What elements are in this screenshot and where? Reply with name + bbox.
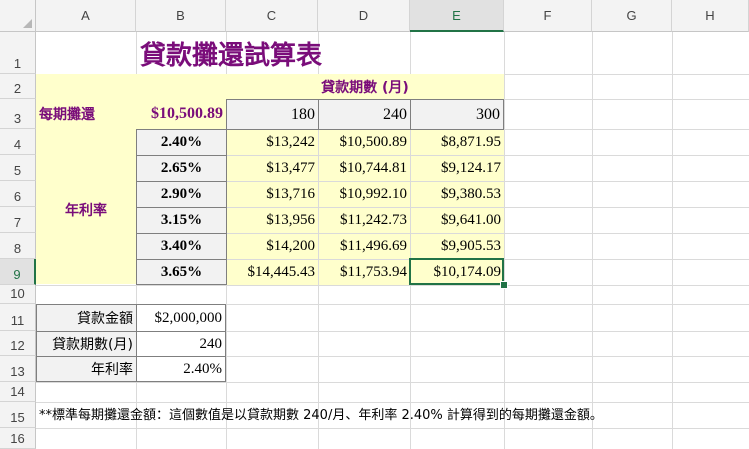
- row-header-14[interactable]: 14: [0, 382, 36, 402]
- select-all-corner[interactable]: [0, 0, 36, 32]
- gridline: [592, 32, 593, 449]
- input-value-amount[interactable]: $2,000,000: [136, 304, 226, 332]
- row-header-2[interactable]: 2: [0, 74, 36, 99]
- input-label-amount[interactable]: 貸款金額: [36, 304, 137, 332]
- table-cell[interactable]: $13,716: [227, 182, 318, 207]
- row-header-7[interactable]: 7: [0, 207, 36, 233]
- input-label-periods[interactable]: 貸款期數(月): [36, 331, 137, 357]
- row-header-1[interactable]: 1: [0, 32, 36, 74]
- table-cell[interactable]: $9,124.17: [411, 156, 504, 181]
- column-header-b[interactable]: B: [136, 0, 226, 32]
- table-cell[interactable]: $11,242.73: [319, 208, 410, 233]
- period-300[interactable]: 300: [410, 99, 504, 130]
- footnote[interactable]: **標準每期攤還金額：這個數值是以貸款期數 240/月、年利率 2.40% 計算…: [36, 400, 603, 426]
- input-value-periods[interactable]: 240: [136, 331, 226, 357]
- table-cell[interactable]: $8,871.95: [411, 130, 504, 155]
- row-header-10[interactable]: 10: [0, 285, 36, 304]
- table-cell[interactable]: $10,992.10: [319, 182, 410, 207]
- rate-cell[interactable]: 2.65%: [136, 155, 227, 182]
- active-cell-selection: [409, 258, 504, 285]
- row-header-16[interactable]: 16: [0, 428, 36, 449]
- input-label-rate[interactable]: 年利率: [36, 356, 137, 382]
- gridline: [36, 382, 749, 383]
- input-value-rate[interactable]: 2.40%: [136, 356, 226, 382]
- row-header-12[interactable]: 12: [0, 331, 36, 356]
- gridline: [504, 32, 505, 449]
- gridline: [672, 32, 673, 449]
- table-cell[interactable]: $13,242: [227, 130, 318, 155]
- rate-cell[interactable]: 3.65%: [136, 259, 227, 285]
- period-header[interactable]: 貸款期數 (月): [226, 74, 504, 100]
- table-cell[interactable]: $9,905.53: [411, 234, 504, 259]
- row-header-5[interactable]: 5: [0, 155, 36, 181]
- fill-handle[interactable]: [500, 281, 508, 289]
- row-header-11[interactable]: 11: [0, 304, 36, 331]
- rate-cell[interactable]: 3.15%: [136, 207, 227, 234]
- table-cell[interactable]: $11,753.94: [319, 260, 410, 285]
- table-cell[interactable]: $14,445.43: [227, 260, 318, 285]
- table-cell[interactable]: $10,500.89: [319, 130, 410, 155]
- column-header-h[interactable]: H: [672, 0, 749, 32]
- table-cell[interactable]: $13,477: [227, 156, 318, 181]
- row-header-4[interactable]: 4: [0, 129, 36, 155]
- payment-value[interactable]: $10,500.89: [136, 99, 226, 129]
- row-header-6[interactable]: 6: [0, 181, 36, 207]
- rate-label[interactable]: 年利率: [36, 197, 136, 223]
- gridline: [36, 285, 749, 286]
- table-cell[interactable]: $9,641.00: [411, 208, 504, 233]
- sheet-title: 貸款攤還試算表: [140, 40, 323, 71]
- rate-cell[interactable]: 2.40%: [136, 129, 227, 156]
- gridline: [36, 428, 749, 429]
- table-cell[interactable]: $14,200: [227, 234, 318, 259]
- row-header-15[interactable]: 15: [0, 402, 36, 428]
- row-header-9[interactable]: 9: [0, 259, 36, 285]
- row-header-3[interactable]: 3: [0, 99, 36, 129]
- cell-a2-b2[interactable]: [36, 74, 226, 100]
- period-240[interactable]: 240: [318, 99, 411, 130]
- table-cell[interactable]: $13,956: [227, 208, 318, 233]
- row-header-8[interactable]: 8: [0, 233, 36, 259]
- period-180[interactable]: 180: [226, 99, 319, 130]
- table-cell[interactable]: $10,744.81: [319, 156, 410, 181]
- column-header-d[interactable]: D: [318, 0, 410, 32]
- column-header-c[interactable]: C: [226, 0, 318, 32]
- rate-cell[interactable]: 3.40%: [136, 233, 227, 260]
- column-header-a[interactable]: A: [36, 0, 136, 32]
- rate-cell[interactable]: 2.90%: [136, 181, 227, 208]
- table-cell[interactable]: $11,496.69: [319, 234, 410, 259]
- payment-label[interactable]: 每期攤還: [36, 99, 136, 129]
- table-cell[interactable]: $9,380.53: [411, 182, 504, 207]
- column-header-e[interactable]: E: [410, 0, 504, 32]
- row-header-13[interactable]: 13: [0, 356, 36, 382]
- column-header-g[interactable]: G: [592, 0, 672, 32]
- column-header-f[interactable]: F: [504, 0, 592, 32]
